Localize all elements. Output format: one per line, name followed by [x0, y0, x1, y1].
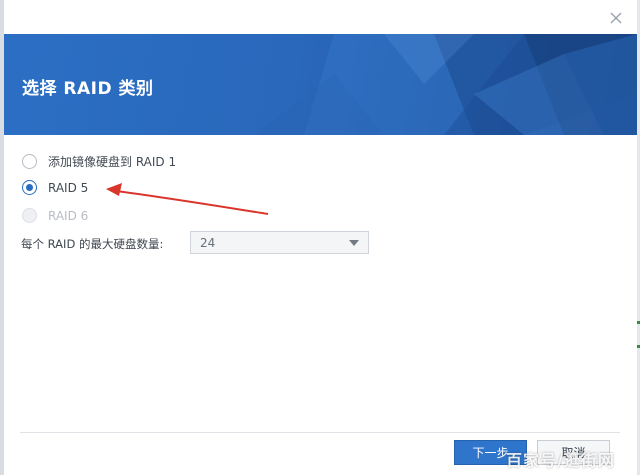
- create-raid-dialog: 选择 RAID 类别 添加镜像硬盘到 RAID 1 RAID 5 RAID 6 …: [0, 0, 640, 475]
- radio-raid6: [22, 208, 37, 223]
- option-raid5-label: RAID 5: [48, 180, 89, 195]
- close-icon: [610, 12, 622, 24]
- close-button[interactable]: [606, 8, 626, 28]
- option-raid1-mirror-label: 添加镜像硬盘到 RAID 1: [48, 155, 177, 169]
- max-disks-value: 24: [200, 236, 216, 250]
- footer-divider: [20, 432, 620, 433]
- chevron-down-icon[interactable]: [349, 240, 359, 246]
- max-disks-select[interactable]: 24: [190, 231, 369, 254]
- option-raid5[interactable]: RAID 5: [22, 180, 88, 195]
- radio-raid5[interactable]: [22, 180, 37, 195]
- max-disks-label: 每个 RAID 的最大硬盘数量:: [21, 237, 164, 251]
- dialog-header-banner: 选择 RAID 类别: [4, 34, 637, 135]
- option-raid6: RAID 6: [22, 208, 88, 223]
- watermark: 百家号/逛街网: [506, 451, 615, 470]
- dialog-title: 选择 RAID 类别: [22, 79, 154, 99]
- option-raid6-label: RAID 6: [48, 208, 89, 223]
- option-raid1-mirror[interactable]: 添加镜像硬盘到 RAID 1: [22, 153, 176, 170]
- radio-raid1-mirror[interactable]: [22, 154, 37, 169]
